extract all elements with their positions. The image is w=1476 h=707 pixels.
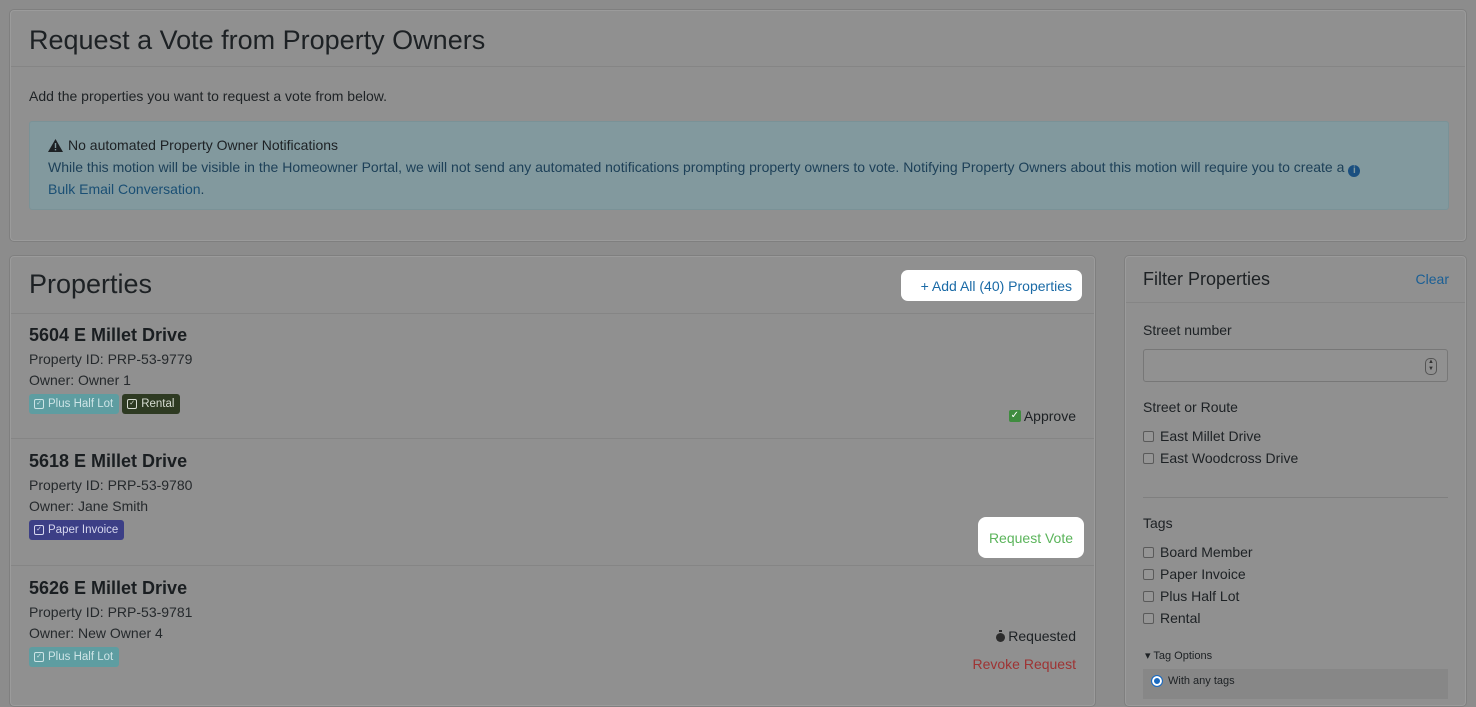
add-all-properties-button[interactable]: + Add All (40) Properties <box>900 270 1082 301</box>
checkbox[interactable] <box>1143 452 1154 464</box>
stopwatch-icon <box>996 629 1006 642</box>
street-option[interactable]: East Millet Drive <box>1143 428 1261 444</box>
property-owner: Owner: New Owner 4 <box>29 625 163 641</box>
tag-options-toggle[interactable]: ▾ Tag Options <box>1145 649 1212 662</box>
requested-status: Requested <box>996 628 1076 644</box>
tag-badge: ✓ Plus Half Lot <box>29 647 120 667</box>
street-option[interactable]: East Woodcross Drive <box>1143 450 1298 466</box>
status-label: Requested <box>1008 628 1076 644</box>
properties-panel: Properties + Add All (40) Properties 560… <box>10 256 1095 706</box>
vote-request-panel: Request a Vote from Property Owners Add … <box>10 10 1466 241</box>
filter-title: Filter Properties <box>1143 269 1271 289</box>
property-tags: ✓ Paper Invoice <box>29 520 1094 540</box>
properties-title: Properties <box>29 269 153 299</box>
tag-option[interactable]: Board Member <box>1143 544 1253 560</box>
property-row: 5604 E Millet Drive Property ID: PRP-53-… <box>11 313 1094 439</box>
tag-option-label: Board Member <box>1160 544 1253 560</box>
checkbox[interactable] <box>1143 568 1154 580</box>
street-option-label: East Woodcross Drive <box>1160 450 1299 466</box>
checkbox[interactable] <box>1143 612 1154 624</box>
property-id: Property ID: PRP-53-9780 <box>29 477 193 493</box>
divider <box>1143 497 1448 498</box>
alert-trailing: . <box>200 181 205 197</box>
tag-mode-group: With any tags <box>1143 669 1448 699</box>
filter-header: Filter Properties Clear <box>1126 257 1465 303</box>
checkbox[interactable] <box>1143 430 1154 442</box>
property-id: Property ID: PRP-53-9781 <box>29 604 193 620</box>
info-alert: No automated Property Owner Notification… <box>29 121 1449 210</box>
tag-option-label: Paper Invoice <box>1160 566 1246 582</box>
approve-status: ✓ Approve <box>1008 408 1076 424</box>
tag-label: Rental <box>141 398 175 410</box>
revoke-request-link[interactable]: Revoke Request <box>972 656 1076 672</box>
street-option-label: East Millet Drive <box>1160 428 1262 444</box>
alert-title: No automated Property Owner Notification… <box>68 137 339 153</box>
checkbox[interactable] <box>1143 546 1154 558</box>
vote-request-header: Request a Vote from Property Owners <box>11 11 1465 67</box>
status-label: Approve <box>1023 408 1076 424</box>
warning-icon <box>48 138 63 152</box>
street-label: Street or Route <box>1143 399 1238 415</box>
tag-label: Paper Invoice <box>48 524 119 536</box>
checkbox-icon: ✓ <box>34 525 44 535</box>
tag-option[interactable]: Plus Half Lot <box>1143 588 1239 604</box>
tag-label: Plus Half Lot <box>48 651 114 663</box>
properties-header: Properties + Add All (40) Properties <box>11 257 1094 314</box>
property-tags: ✓ Plus Half Lot <box>29 647 1094 667</box>
number-spinner-icon[interactable]: ▲ ▼ <box>1425 358 1437 375</box>
request-vote-button[interactable]: Request Vote <box>977 517 1084 558</box>
alert-body: While this motion will be visible in the… <box>48 156 1430 200</box>
tag-option[interactable]: Rental <box>1143 610 1200 626</box>
property-owner: Owner: Owner 1 <box>29 372 131 388</box>
tag-label: Plus Half Lot <box>48 398 114 410</box>
tag-option-label: Plus Half Lot <box>1160 588 1240 604</box>
property-tags: ✓ Plus Half Lot ✓ Rental <box>29 394 1094 414</box>
tag-mode-label: With any tags <box>1168 675 1235 687</box>
street-number-label: Street number <box>1143 322 1232 338</box>
checkbox[interactable] <box>1143 590 1154 602</box>
check-icon: ✓ <box>1008 410 1021 422</box>
intro-text: Add the properties you want to request a… <box>29 88 387 104</box>
tag-option-label: Rental <box>1160 610 1201 626</box>
tag-mode-option[interactable]: With any tags <box>1151 675 1235 687</box>
tags-label: Tags <box>1143 515 1173 531</box>
tag-badge: ✓ Paper Invoice <box>29 520 125 540</box>
page-title: Request a Vote from Property Owners <box>29 25 486 55</box>
alert-title-row: No automated Property Owner Notification… <box>48 134 1430 156</box>
bulk-email-link[interactable]: Bulk Email Conversation <box>48 181 201 197</box>
checkbox-icon: ✓ <box>34 399 44 409</box>
property-address: 5604 E Millet Drive <box>29 325 188 345</box>
property-row: 5626 E Millet Drive Property ID: PRP-53-… <box>11 566 1094 707</box>
filter-panel: Filter Properties Clear Street number ▲ ▼… <box>1125 256 1466 706</box>
property-row: 5618 E Millet Drive Property ID: PRP-53-… <box>11 439 1094 566</box>
property-address: 5626 E Millet Drive <box>29 578 188 598</box>
checkbox-icon: ✓ <box>34 652 44 662</box>
property-owner: Owner: Jane Smith <box>29 498 149 514</box>
property-address: 5618 E Millet Drive <box>29 451 188 471</box>
radio-selected[interactable] <box>1151 675 1163 687</box>
tag-option[interactable]: Paper Invoice <box>1143 566 1246 582</box>
alert-body-text: While this motion will be visible in the… <box>48 159 1345 175</box>
clear-filters-link[interactable]: Clear <box>1416 271 1449 287</box>
property-id: Property ID: PRP-53-9779 <box>29 351 193 367</box>
street-number-input[interactable]: ▲ ▼ <box>1143 349 1448 382</box>
checkbox-icon: ✓ <box>127 399 138 409</box>
info-icon: i <box>1348 165 1361 177</box>
tag-badge: ✓ Plus Half Lot <box>29 394 120 414</box>
tag-badge: ✓ Rental <box>122 394 181 414</box>
